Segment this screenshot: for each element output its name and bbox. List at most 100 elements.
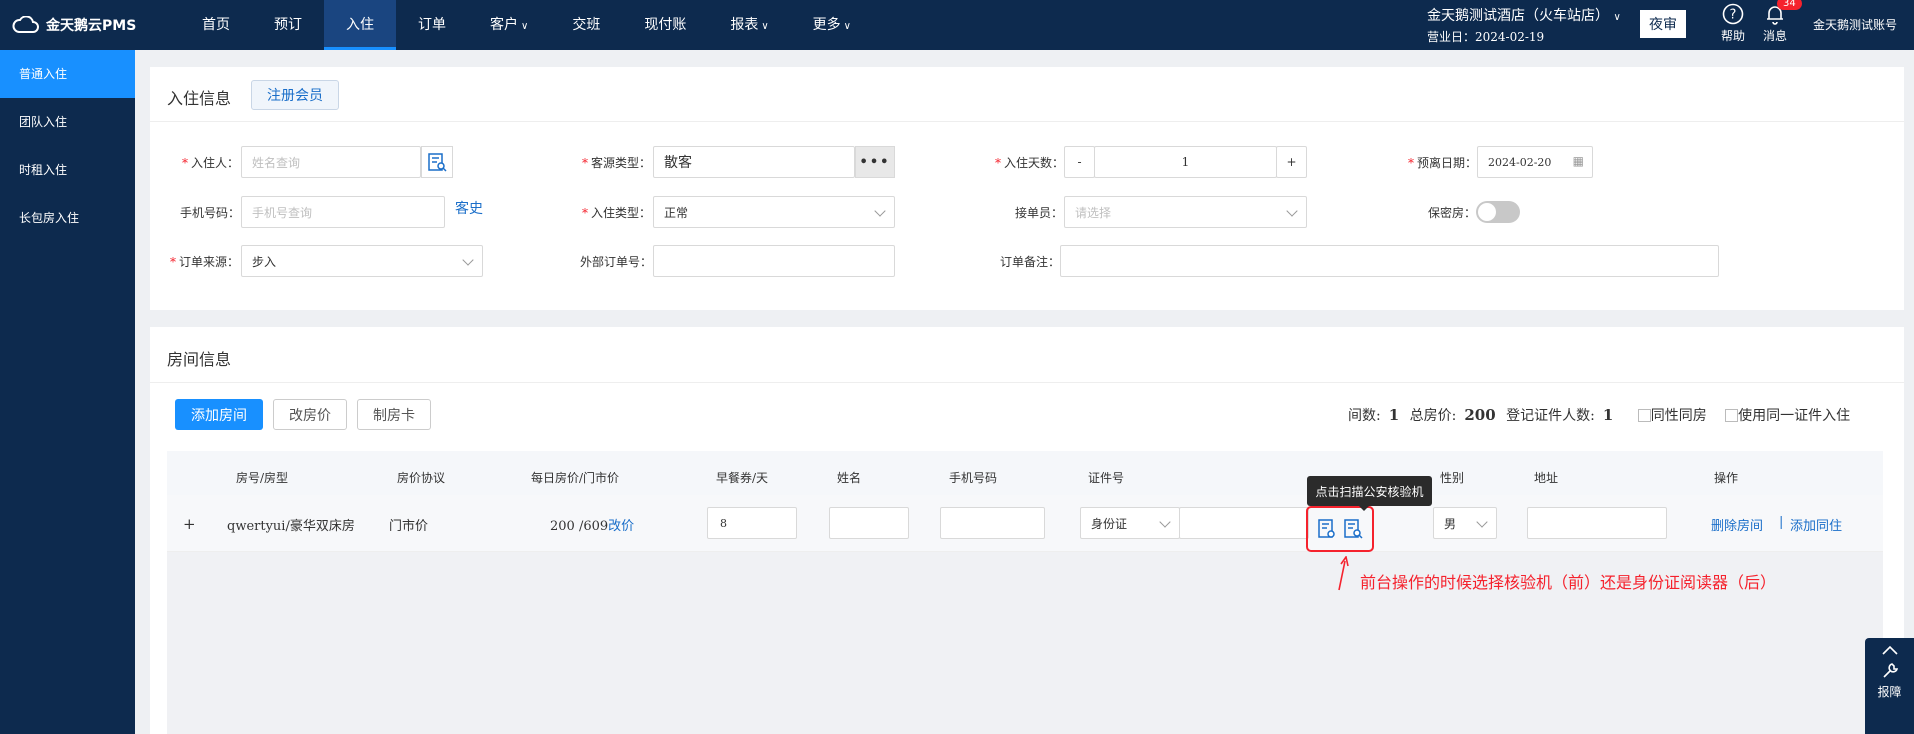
total-price-label: 总房价:: [1409, 408, 1457, 424]
annotation-note: 前台操作的时候选择核验机（前）还是身份证阅读器（后）: [1360, 573, 1777, 592]
days-increment-button[interactable]: +: [1276, 146, 1307, 178]
scan-tooltip: 点击扫描公安核验机: [1307, 476, 1432, 511]
add-room-button[interactable]: 添加房间: [175, 399, 263, 430]
phone-input[interactable]: 手机号查询: [241, 196, 445, 228]
order-remark-input[interactable]: [1060, 245, 1719, 277]
nav-shift[interactable]: 交班: [550, 0, 622, 50]
same-id-label: 使用同一证件入住: [1738, 408, 1851, 424]
hotel-selector[interactable]: 金天鹅测试酒店（火车站店） ∨ 营业日：2024-02-19: [1427, 5, 1621, 45]
chevron-down-icon: [874, 205, 886, 217]
app-logo-text: 金天鹅云PMS: [46, 18, 137, 34]
guest-history-link[interactable]: 客史: [455, 198, 483, 218]
sidebar-item-normal-checkin[interactable]: 普通入住: [0, 50, 135, 98]
nav-label: 首页: [202, 17, 230, 33]
nav-label: 客户: [490, 17, 518, 33]
police-verifier-scan-icon[interactable]: [1317, 518, 1337, 540]
required-mark: *: [582, 206, 588, 220]
id-type-select[interactable]: 身份证: [1080, 507, 1180, 539]
private-room-toggle[interactable]: [1476, 201, 1520, 223]
order-source-value: 步入: [252, 254, 277, 269]
sidebar-item-long-term-checkin[interactable]: 长包房入住: [0, 194, 135, 242]
change-price-link[interactable]: 改价: [608, 519, 634, 534]
days-decrement-button[interactable]: -: [1064, 146, 1095, 178]
column-header: 证件号: [1088, 471, 1125, 485]
chevron-down-icon: [462, 254, 474, 266]
daily-price: 200 /609改价: [550, 515, 634, 534]
report-issue-button[interactable]: 报障: [1865, 662, 1914, 700]
make-room-card-button[interactable]: 制房卡: [357, 399, 431, 430]
order-remark-label: 订单备注：: [1000, 255, 1061, 269]
room-count-value: 1: [1388, 406, 1400, 424]
private-room-label: 保密房：: [1428, 206, 1477, 220]
hotel-name: 金天鹅测试酒店（火车站店）: [1427, 8, 1609, 24]
nav-checkin[interactable]: 入住: [324, 0, 396, 50]
receptionist-select[interactable]: 请选择: [1064, 196, 1307, 228]
source-type-more-button[interactable]: •••: [855, 146, 895, 178]
change-room-price-button[interactable]: 改房价: [273, 399, 347, 430]
guest-name-input[interactable]: 姓名查询: [241, 146, 421, 178]
id-number-input[interactable]: [1179, 507, 1309, 539]
column-header: 地址: [1534, 471, 1559, 485]
id-reader-scan-icon[interactable]: [1343, 518, 1363, 540]
sidebar-item-group-checkin[interactable]: 团队入住: [0, 98, 135, 146]
chevron-down-icon: [1159, 516, 1171, 528]
checkin-type-label-text: 入住类型：: [591, 206, 652, 220]
guest-name-cell-input[interactable]: [829, 507, 909, 539]
id-scan-button[interactable]: [421, 146, 453, 178]
order-source-select[interactable]: 步入: [241, 245, 483, 277]
price-agreement: 门市价: [389, 519, 429, 534]
nav-reservation[interactable]: 预订: [252, 0, 324, 50]
delete-room-link[interactable]: 删除房间: [1711, 515, 1763, 534]
nav-orders[interactable]: 订单: [396, 0, 468, 50]
stay-days-input[interactable]: 1: [1094, 146, 1277, 178]
gender-select[interactable]: 男: [1433, 507, 1497, 539]
departure-date-picker[interactable]: 2024-02-20 ▦: [1477, 146, 1593, 178]
id-type-value: 身份证: [1091, 516, 1128, 531]
collapse-up-icon[interactable]: [1865, 644, 1914, 658]
app-logo[interactable]: 金天鹅云PMS: [0, 15, 180, 35]
same-sex-checkbox[interactable]: [1637, 409, 1651, 422]
help-button[interactable]: ? 帮助: [1713, 3, 1753, 44]
checkin-type-select[interactable]: 正常: [653, 196, 895, 228]
breakfast-input[interactable]: 8: [707, 507, 797, 539]
room-info-title: 房间信息: [167, 350, 232, 369]
floating-toolbox: 报障: [1865, 638, 1914, 734]
account-menu[interactable]: 金天鹅测试账号: [1813, 16, 1897, 33]
id-scan-button-group: [1306, 506, 1374, 552]
sidebar: 普通入住 团队入住 时租入住 长包房入住: [0, 50, 135, 734]
nav-label: 更多: [812, 17, 841, 33]
messages-button[interactable]: 消息 34: [1755, 0, 1802, 44]
nav-customers[interactable]: 客户 ∨: [468, 0, 550, 50]
svg-text:?: ?: [1730, 8, 1737, 23]
source-type-input[interactable]: 散客: [653, 146, 855, 178]
nav-cash-account[interactable]: 现付账: [622, 0, 708, 50]
expand-row-button[interactable]: +: [183, 515, 196, 533]
nav-more[interactable]: 更多 ∨: [791, 0, 873, 50]
add-cohabitant-link[interactable]: 添加同住: [1790, 515, 1842, 534]
order-source-label: * 订单来源：: [170, 253, 239, 270]
chevron-down-icon: [1286, 205, 1298, 217]
id-count-value: 1: [1602, 406, 1614, 424]
source-type-label: * 客源类型：: [582, 154, 651, 171]
receptionist-label: 接单员：: [1015, 206, 1064, 220]
room-stats: 间数: 1 总房价: 200 登记证件人数: 1 同性同房 使用同一证件入住: [1348, 405, 1850, 425]
night-audit-button[interactable]: 夜审: [1640, 10, 1686, 38]
external-order-input[interactable]: [653, 245, 895, 277]
departure-date-label: * 预离日期：: [1408, 154, 1477, 171]
column-header: 性别: [1440, 471, 1465, 485]
chevron-down-icon: [1476, 516, 1488, 528]
guest-phone-input[interactable]: [940, 507, 1045, 539]
column-header: 房价协议: [397, 471, 446, 485]
nav-reports[interactable]: 报表 ∨: [708, 0, 790, 50]
register-member-button[interactable]: 注册会员: [251, 80, 339, 110]
total-price-value: 200: [1464, 406, 1496, 424]
column-header: 操作: [1714, 471, 1739, 485]
address-input[interactable]: [1527, 507, 1667, 539]
chevron-down-icon: ∨: [521, 21, 529, 32]
nav-label: 交班: [572, 17, 601, 33]
nav-home[interactable]: 首页: [180, 0, 252, 50]
sidebar-item-hourly-checkin[interactable]: 时租入住: [0, 146, 135, 194]
cloud-icon: [12, 16, 39, 33]
nav-label: 预订: [274, 17, 302, 33]
same-id-checkbox[interactable]: [1725, 409, 1739, 422]
